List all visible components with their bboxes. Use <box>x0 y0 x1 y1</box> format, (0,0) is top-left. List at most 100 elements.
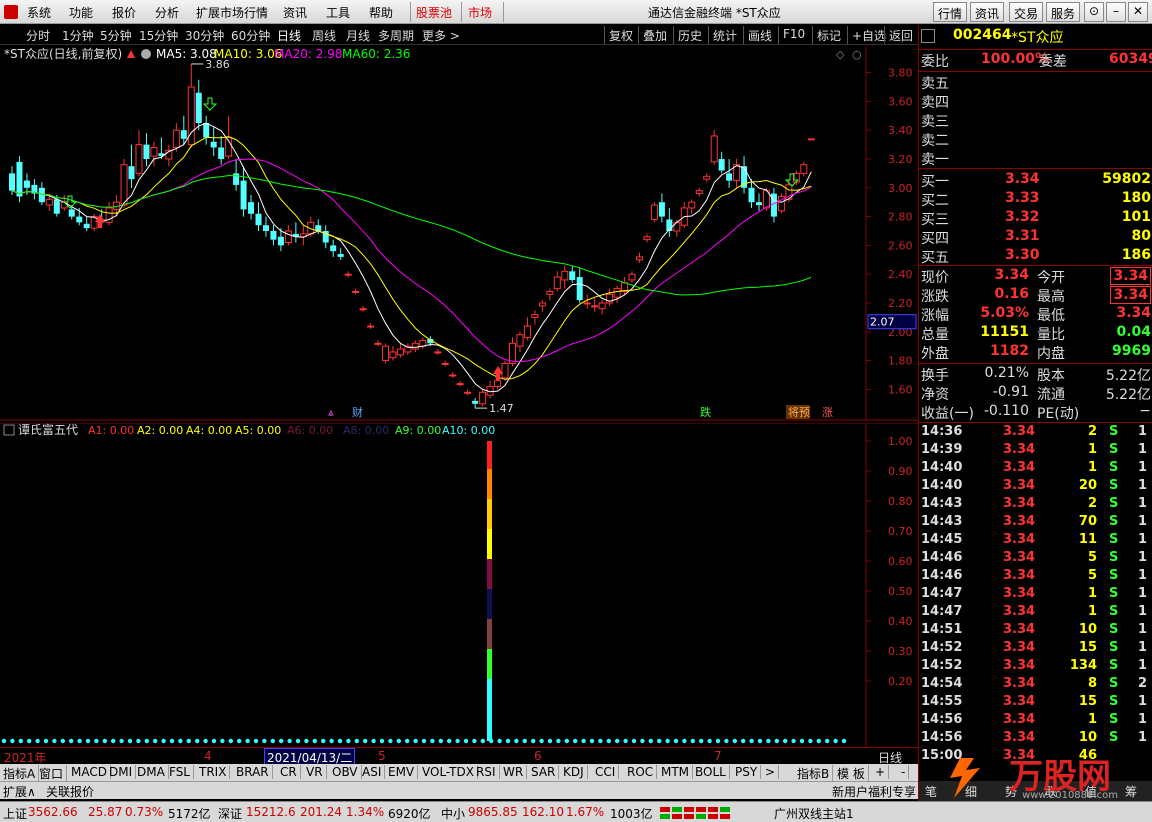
indicator-tab-right-0[interactable]: 指标B <box>794 765 834 782</box>
info-button[interactable]: 资讯 <box>970 2 1005 22</box>
indicator-tab-right-2[interactable]: + <box>872 765 890 779</box>
baseline-dot <box>522 738 527 744</box>
tick-time: 14:51 <box>921 622 963 637</box>
indicator-tab-23[interactable]: > <box>762 765 780 779</box>
period-1min[interactable]: 1分钟 <box>62 27 94 44</box>
menu-tools[interactable]: 工具 <box>326 4 350 21</box>
indicator-tab-1[interactable]: 窗口 <box>36 765 68 782</box>
period-more[interactable]: 更多 > <box>422 27 460 44</box>
divider <box>919 422 1152 423</box>
candle <box>344 273 352 276</box>
indicator-tab-19[interactable]: ROC <box>624 765 658 779</box>
indicator-tab-right-1[interactable]: 模 板 <box>834 765 869 782</box>
indicator-tab-21[interactable]: BOLL <box>692 765 730 779</box>
indicator-tab-12[interactable]: EMV <box>385 765 419 779</box>
menu-stock-pool[interactable]: 股票池 <box>416 4 452 21</box>
indicator-tab-5[interactable]: FSL <box>166 765 194 779</box>
indicator-tab-20[interactable]: MTM <box>658 765 694 779</box>
draw-button[interactable]: 画线 <box>743 26 776 44</box>
trade-button[interactable]: 交易 <box>1009 2 1044 22</box>
indicator-tab-14[interactable]: RSI <box>473 765 500 779</box>
close-icon[interactable]: ✕ <box>1128 2 1148 22</box>
indicator-tab-4[interactable]: DMA <box>134 765 169 779</box>
quote-button[interactable]: 行情 <box>933 2 968 22</box>
stats-button[interactable]: 统计 <box>708 26 741 44</box>
menu-extended-market[interactable]: 扩展市场行情 <box>196 4 268 21</box>
indicator-tab-3[interactable]: DMI <box>106 765 137 779</box>
menu-quote[interactable]: 报价 <box>112 4 136 21</box>
period-60min[interactable]: 60分钟 <box>231 27 270 44</box>
menu-system[interactable]: 系统 <box>27 4 51 21</box>
overlay-button[interactable]: 叠加 <box>638 26 671 44</box>
indicator-bar-segment <box>487 649 492 679</box>
mark-button[interactable]: 标记 <box>812 26 845 44</box>
period-monthly[interactable]: 月线 <box>346 27 370 44</box>
candle <box>76 216 83 223</box>
period-daily[interactable]: 日线 <box>277 27 301 44</box>
settings-icon[interactable]: ⊙ <box>1084 2 1104 22</box>
indicator-tab-2[interactable]: MACD <box>68 765 111 779</box>
indicator-tab-13[interactable]: VOL-TDX <box>419 765 478 779</box>
f10-button[interactable]: F10 <box>778 26 809 44</box>
indicator-tab-6[interactable]: TRIX <box>196 765 231 779</box>
indicator-tab-right-3[interactable]: - <box>898 765 910 779</box>
kline-chart[interactable]: *ST众应(日线,前复权) MA5: 3.08MA10: 3.06MA20: 2.… <box>0 46 918 421</box>
candle <box>396 348 404 356</box>
indicator-tab-18[interactable]: CCI <box>592 765 620 779</box>
service-button[interactable]: 服务 <box>1046 2 1081 22</box>
period-multi[interactable]: 多周期 <box>378 27 414 44</box>
tick-time: 14:40 <box>921 478 963 493</box>
period-minute-chart[interactable]: 分时 <box>26 27 50 44</box>
menu-function[interactable]: 功能 <box>69 4 93 21</box>
indicator-tab-22[interactable]: PSY <box>732 765 762 779</box>
period-15min[interactable]: 15分钟 <box>139 27 178 44</box>
period-30min[interactable]: 30分钟 <box>185 27 224 44</box>
baseline-dot <box>573 738 578 744</box>
event-label-2[interactable]: 将预 <box>788 406 810 419</box>
indicator-tab-11[interactable]: ASI <box>359 765 386 779</box>
event-label-1[interactable]: 跌 <box>700 405 711 419</box>
history-button[interactable]: 历史 <box>673 26 706 44</box>
candle <box>330 245 337 252</box>
indicator-tab-7[interactable]: BRAR <box>233 765 273 779</box>
promo-link[interactable]: 新用户福利专享 <box>832 783 916 800</box>
tick-row: 14:43 3.34 70 S 1 <box>921 514 1151 532</box>
stat-value2-0: 3.34 <box>1110 267 1151 285</box>
settings-dot-icon[interactable] <box>141 49 151 59</box>
menu-market[interactable]: 市场 <box>468 4 492 21</box>
related-quote-tab[interactable]: 关联报价 <box>46 783 94 800</box>
indicator-tab-9[interactable]: VR <box>303 765 327 779</box>
indicator-tab-17[interactable]: KDJ <box>560 765 588 779</box>
back-button[interactable]: 返回 <box>884 26 917 44</box>
indicator-chart[interactable]: 谭氏富五代 A1: 0.00 A2: 0.00 A4: 0.00 A5: 0.00 A6:… <box>0 423 918 747</box>
tick-price: 3.34 <box>1003 604 1036 619</box>
period-weekly[interactable]: 周线 <box>312 27 336 44</box>
panel-menu-icon[interactable] <box>921 29 935 43</box>
period-5min[interactable]: 5分钟 <box>100 27 132 44</box>
indicator-tab-16[interactable]: SAR <box>528 765 560 779</box>
expand-button[interactable]: 扩展∧ <box>3 783 36 800</box>
tick-price: 3.34 <box>1003 712 1036 727</box>
menu-analysis[interactable]: 分析 <box>155 4 179 21</box>
menu-help[interactable]: 帮助 <box>369 4 393 21</box>
menu-info[interactable]: 资讯 <box>283 4 307 21</box>
close-pane-icon[interactable]: ○ <box>852 48 862 61</box>
tick-row: 14:52 3.34 15 S 1 <box>921 640 1151 658</box>
indicator-tab-0[interactable]: 指标A <box>0 765 40 782</box>
indicator-value-6: A9: 0.00 <box>395 424 441 437</box>
adjust-button[interactable]: 复权 <box>604 26 637 44</box>
baseline-dot <box>539 738 544 744</box>
event-label-3[interactable]: 涨 <box>822 406 833 419</box>
sz-value: 15212.6 <box>246 805 296 819</box>
indicator-tab-8[interactable]: CR <box>277 765 301 779</box>
indicator-value-4: A6: 0.00 <box>287 424 333 437</box>
baseline-dot <box>85 738 91 744</box>
candle <box>718 159 725 171</box>
baseline-dot <box>514 738 519 744</box>
indicator-tab-15[interactable]: WR <box>500 765 528 779</box>
event-label-0[interactable]: 财 <box>352 405 363 419</box>
server-name[interactable]: 广州双线主站1 <box>774 805 854 822</box>
minimize-icon[interactable]: – <box>1106 2 1126 22</box>
baseline-dot <box>144 738 149 744</box>
indicator-tab-10[interactable]: OBV <box>329 765 362 779</box>
